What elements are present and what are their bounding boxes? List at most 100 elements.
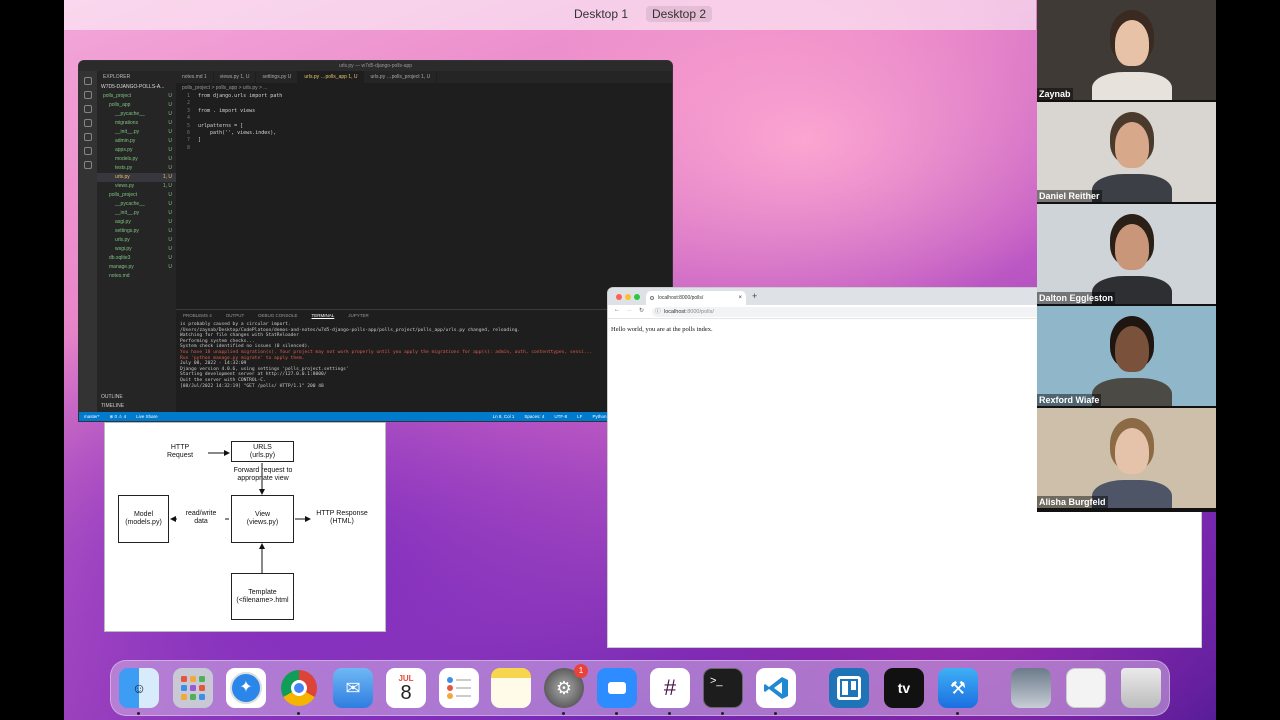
- file-tree-item[interactable]: apps.py U: [97, 146, 176, 155]
- close-tab-icon[interactable]: ×: [738, 291, 742, 305]
- file-tree-item[interactable]: __init__.py U: [97, 209, 176, 218]
- file-tree-item[interactable]: tests.py U: [97, 164, 176, 173]
- file-tree-item[interactable]: __pycache__ U: [97, 110, 176, 119]
- forward-icon[interactable]: →: [626, 307, 632, 313]
- participant-tile[interactable]: Alisha Burgfeld: [1037, 408, 1216, 508]
- trash-icon[interactable]: [1121, 668, 1161, 708]
- indent-status[interactable]: Spaces: 4: [519, 412, 549, 421]
- trello-icon[interactable]: [829, 668, 869, 708]
- file-tree-item[interactable]: notes.md: [97, 272, 176, 281]
- file-tree-item[interactable]: views.py 1, U: [97, 182, 176, 191]
- space-desktop-2[interactable]: Desktop 2: [646, 6, 713, 22]
- participant-tile[interactable]: Dalton Eggleston: [1037, 204, 1216, 304]
- timeline-section[interactable]: TIMELINE: [97, 402, 124, 411]
- file-tree-item[interactable]: polls_project U: [97, 191, 176, 200]
- file-tree-item[interactable]: polls_project U: [97, 92, 176, 101]
- tab-debug-console[interactable]: DEBUG CONSOLE: [251, 310, 304, 322]
- slack-icon[interactable]: #: [650, 668, 690, 708]
- apple-tv-icon[interactable]: tv: [884, 668, 924, 708]
- terminal-icon[interactable]: >_: [703, 668, 743, 708]
- outline-section[interactable]: OUTLINE: [97, 393, 123, 402]
- extensions-icon[interactable]: [84, 133, 92, 141]
- launchpad-icon[interactable]: [173, 668, 213, 708]
- back-icon[interactable]: ←: [614, 307, 620, 313]
- vscode-icon[interactable]: [756, 668, 796, 708]
- participant-tile[interactable]: Rexford Wiafe: [1037, 306, 1216, 406]
- xcode-icon[interactable]: ⚒: [938, 668, 978, 708]
- line-number: 5: [186, 122, 190, 129]
- files-icon[interactable]: [84, 77, 92, 85]
- participant-tile[interactable]: Daniel Reither: [1037, 102, 1216, 202]
- code-line[interactable]: 2: [176, 100, 672, 107]
- zoom-icon[interactable]: [597, 668, 637, 708]
- file-tree-item[interactable]: urls.py U: [97, 236, 176, 245]
- file-tree-item[interactable]: urls.py 1, U: [97, 173, 176, 182]
- tab-notes-md[interactable]: notes.md 1: [176, 71, 214, 83]
- tab-urls-py-project[interactable]: urls.py …polls_project 1, U: [364, 71, 438, 83]
- encoding-status[interactable]: UTF-8: [549, 412, 572, 421]
- tab-urls-py-app[interactable]: urls.py …polls_app 1, U: [298, 71, 365, 83]
- calendar-icon[interactable]: JUL 8: [386, 668, 426, 708]
- file-tree-item[interactable]: migrations U: [97, 119, 176, 128]
- document-thumbnail[interactable]: [1066, 668, 1106, 708]
- code-line[interactable]: 3 from . import views: [176, 108, 672, 115]
- file-tree-item[interactable]: manage.py U: [97, 263, 176, 272]
- code-line[interactable]: 1 from django.urls import path: [176, 93, 672, 100]
- chrome-icon[interactable]: [279, 668, 319, 708]
- code-lines[interactable]: 1 from django.urls import path 2 3 from . im…: [176, 93, 672, 152]
- tab-output[interactable]: OUTPUT: [219, 310, 252, 322]
- source-control-icon[interactable]: [84, 105, 92, 113]
- explorer-sidebar: EXPLORER W7D5-DJANGO-POLLS-A... polls_pr…: [97, 71, 176, 412]
- tab-jupyter[interactable]: JUPYTER: [341, 310, 376, 322]
- remote-explorer-icon[interactable]: [84, 161, 92, 169]
- safari-icon[interactable]: ✦: [226, 668, 266, 708]
- code-line[interactable]: 6 path('', views.index),: [176, 130, 672, 137]
- tab-terminal[interactable]: TERMINAL: [305, 310, 342, 322]
- file-tree-item[interactable]: models.py U: [97, 155, 176, 164]
- minimize-window-icon[interactable]: [625, 294, 631, 300]
- tab-problems[interactable]: PROBLEMS 4: [176, 310, 219, 322]
- recent-window-thumbnail[interactable]: [1011, 668, 1051, 708]
- run-debug-icon[interactable]: [84, 119, 92, 127]
- space-desktop-1[interactable]: Desktop 1: [568, 6, 634, 22]
- notes-icon[interactable]: [491, 668, 531, 708]
- search-icon[interactable]: [84, 91, 92, 99]
- file-tree-item[interactable]: __init__.py U: [97, 128, 176, 137]
- code-line[interactable]: 8: [176, 145, 672, 152]
- terminal-output[interactable]: is probably caused by a circular import.…: [176, 322, 672, 389]
- reload-icon[interactable]: ↻: [639, 307, 644, 314]
- file-tree-item[interactable]: db.sqlite3 U: [97, 254, 176, 263]
- eol-status[interactable]: LF: [572, 412, 587, 421]
- participant-name: Daniel Reither: [1037, 190, 1102, 202]
- file-tree-item[interactable]: admin.py U: [97, 137, 176, 146]
- live-share-status[interactable]: Live Share: [131, 412, 163, 421]
- code-editor[interactable]: polls_project > polls_app > urls.py > ..…: [176, 83, 672, 305]
- file-tree-item[interactable]: wsgi.py U: [97, 245, 176, 254]
- breadcrumb[interactable]: polls_project > polls_app > urls.py > ..…: [176, 83, 672, 93]
- file-tree-item[interactable]: __pycache__ U: [97, 200, 176, 209]
- file-tree-item[interactable]: settings.py U: [97, 227, 176, 236]
- file-tree-item[interactable]: polls_app U: [97, 101, 176, 110]
- project-root[interactable]: W7D5-DJANGO-POLLS-A...: [97, 83, 176, 92]
- code-line[interactable]: 5 urlpatterns = [: [176, 123, 672, 130]
- branch-status[interactable]: master*: [79, 412, 105, 421]
- tab-settings-py[interactable]: settings.py U: [256, 71, 299, 83]
- testing-icon[interactable]: [84, 147, 92, 155]
- code-line[interactable]: 7]: [176, 137, 672, 144]
- code-line[interactable]: 4: [176, 115, 672, 122]
- participant-tile[interactable]: Zaynab: [1037, 0, 1216, 100]
- browser-tab[interactable]: localhost:8000/polls/ ×: [646, 291, 746, 305]
- mail-icon[interactable]: ✉: [333, 668, 373, 708]
- site-info-icon[interactable]: ⓘ: [655, 307, 661, 317]
- reminders-icon[interactable]: [439, 668, 479, 708]
- cursor-position[interactable]: Ln 8, Col 1: [488, 412, 520, 421]
- tab-views-py[interactable]: views.py 1, U: [214, 71, 257, 83]
- file-tree-item[interactable]: asgi.py U: [97, 218, 176, 227]
- zoom-window-icon[interactable]: [634, 294, 640, 300]
- close-window-icon[interactable]: [616, 294, 622, 300]
- system-preferences-icon[interactable]: ⚙ 1: [544, 664, 588, 708]
- new-tab-icon[interactable]: +: [752, 291, 757, 301]
- finder-icon[interactable]: ☺: [119, 668, 159, 708]
- running-indicator: [137, 712, 140, 715]
- problems-status[interactable]: ⊗ 0 ⚠ 4: [105, 412, 132, 421]
